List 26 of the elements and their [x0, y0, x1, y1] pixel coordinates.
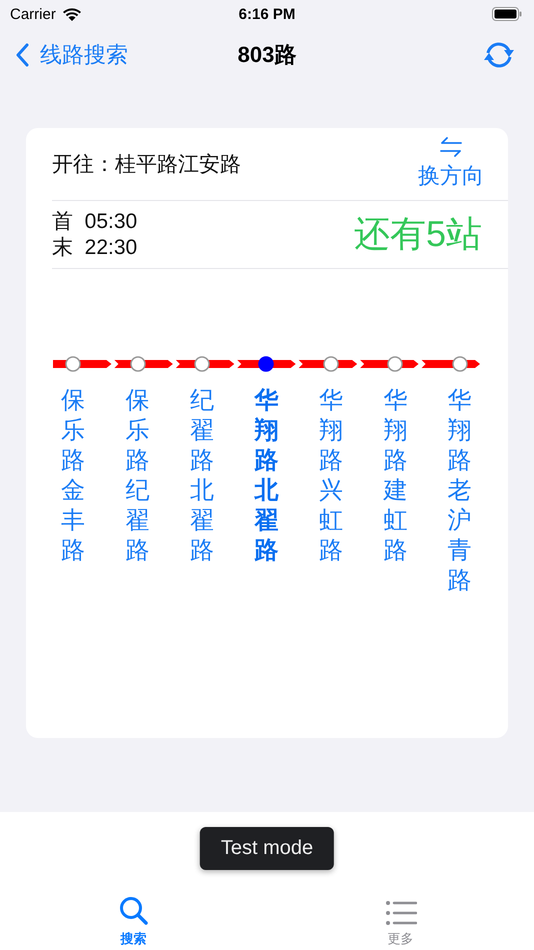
refresh-icon [482, 40, 516, 70]
station-name[interactable]: 华翔路老沪青路 [448, 386, 472, 596]
station-name[interactable]: 华翔路兴虹路 [318, 386, 343, 566]
station-name[interactable]: 华翔路北翟路 [254, 386, 278, 566]
direction-label: 开往：桂平路江安路 [52, 152, 241, 178]
tab-item[interactable]: 更多 [267, 900, 534, 948]
switch-direction-button[interactable]: 换方向 [418, 137, 484, 191]
station-name[interactable]: 保乐路纪翟路 [126, 386, 150, 566]
list-icon [384, 900, 416, 926]
station-name[interactable]: 纪翟路北翟路 [190, 386, 214, 566]
last-bus-time: 末 22:30 [52, 234, 138, 260]
station-name[interactable]: 华翔路建虹路 [383, 386, 408, 566]
remaining-stops: 还有5站 [354, 212, 482, 256]
tab-item[interactable]: 搜索 [0, 896, 267, 948]
back-button[interactable]: 线路搜索 [16, 40, 128, 70]
search-icon [118, 896, 148, 926]
first-bus-time: 首 05:30 [52, 208, 138, 234]
chevron-left-icon [16, 43, 30, 67]
wifi-icon [62, 6, 82, 22]
swap-arrows-icon [439, 137, 463, 157]
station-name[interactable]: 保乐路金丰路 [61, 386, 86, 566]
battery-icon [492, 7, 522, 21]
status-time: 6:16 PM [238, 6, 296, 22]
toast-message: Test mode [200, 827, 334, 870]
nav-title: 803路 [238, 41, 296, 69]
carrier-label: Carrier [10, 6, 56, 22]
